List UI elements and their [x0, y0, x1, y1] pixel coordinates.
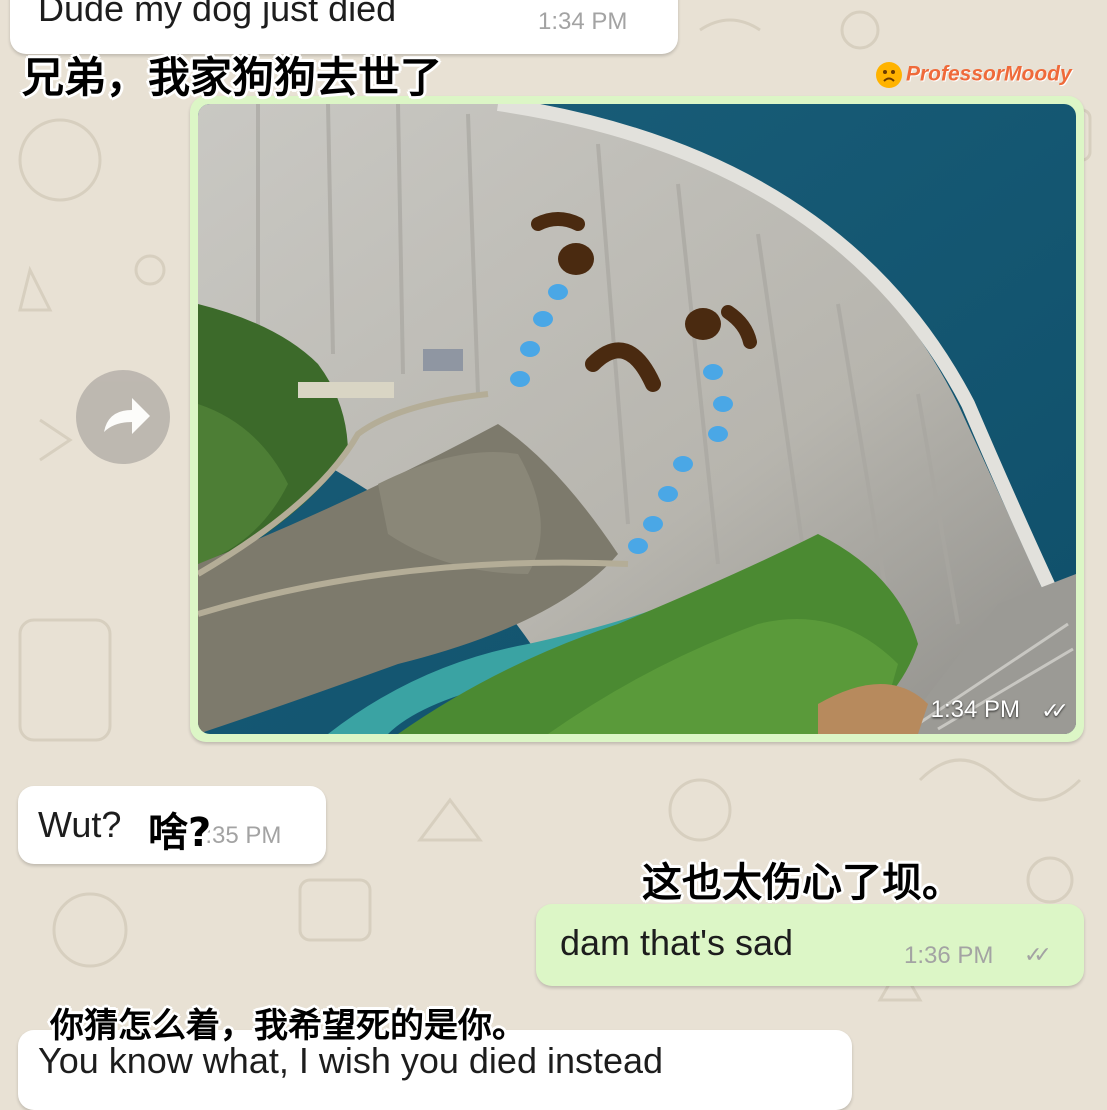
- forward-arrow-icon: [104, 398, 150, 434]
- double-check-icon: ✓✓: [1041, 698, 1069, 723]
- caption-translation: 这也太伤心了坝。: [642, 860, 962, 906]
- sad-face-icon: [876, 62, 902, 88]
- dam-photo[interactable]: [198, 104, 1076, 734]
- caption-translation: 你猜怎么着，我希望死的是你。: [50, 1006, 526, 1046]
- watermark-logo: ProfessorMoody: [876, 62, 1072, 88]
- forward-button[interactable]: [76, 370, 170, 464]
- message-text: Wut?: [38, 804, 122, 845]
- caption-translation: 啥?: [148, 810, 212, 856]
- image-message-bubble[interactable]: 1:34 PM ✓✓: [190, 96, 1084, 742]
- message-text: dam that's sad: [560, 922, 793, 963]
- message-timestamp: 1:36 PM: [904, 942, 994, 969]
- message-timestamp: 1:34 PM: [538, 8, 628, 35]
- watermark-text: ProfessorMoody: [906, 62, 1072, 86]
- double-check-icon: ✓✓: [1024, 942, 1052, 967]
- message-bubble-outgoing[interactable]: dam that's sad 1:36 PM ✓✓: [536, 904, 1084, 986]
- message-text: Dude my dog just died: [38, 0, 397, 29]
- image-timestamp: 1:34 PM: [930, 696, 1020, 723]
- caption-translation: 兄弟，我家狗狗去世了: [22, 53, 443, 102]
